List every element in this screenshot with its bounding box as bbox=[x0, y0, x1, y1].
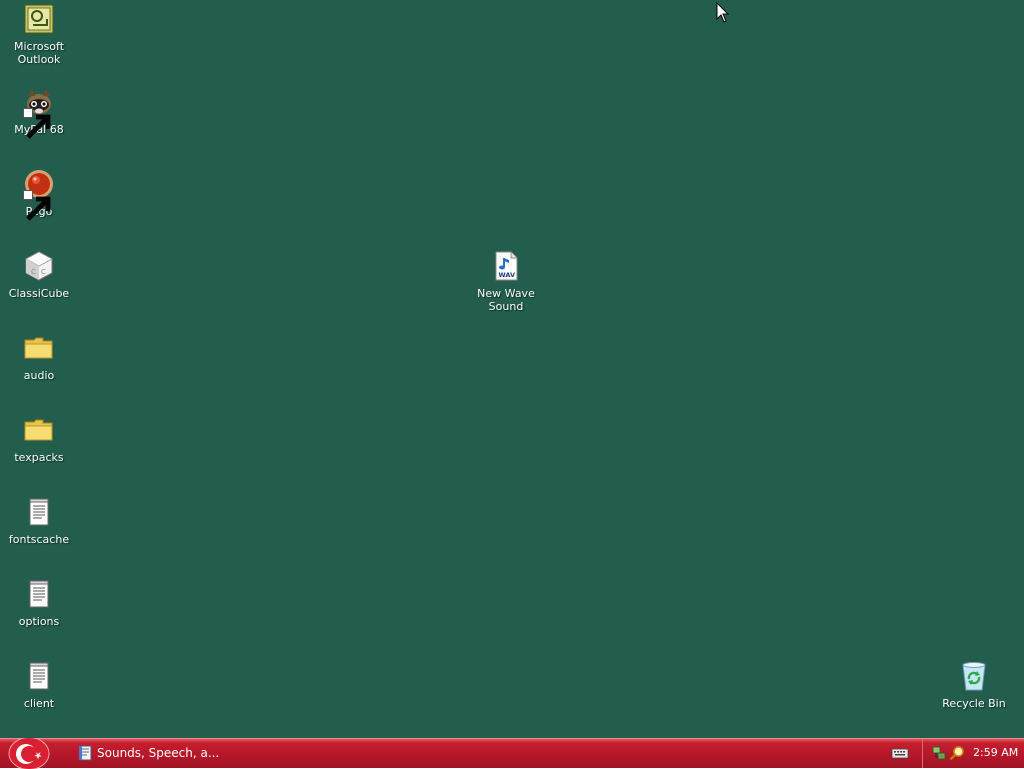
desktop-icon-label: fontscache bbox=[8, 533, 70, 546]
network-icon[interactable] bbox=[931, 745, 947, 761]
text-document-icon bbox=[23, 578, 55, 610]
pego-red-ball-icon bbox=[23, 168, 55, 221]
desktop-icon-pego[interactable]: Pego bbox=[1, 168, 77, 221]
taskbar: Sounds, Speech, a... 2:59 AM bbox=[0, 738, 1024, 769]
outlook-icon bbox=[23, 3, 55, 35]
control-panel-icon bbox=[78, 745, 94, 761]
shortcut-arrow-icon bbox=[23, 190, 51, 221]
classicube-cube-icon: C C bbox=[23, 250, 55, 282]
desktop-icon-label: options bbox=[18, 615, 60, 628]
taskbar-task-sounds-speech[interactable]: Sounds, Speech, a... bbox=[72, 741, 282, 765]
desktop-icon-label: New Wave Sound bbox=[477, 287, 535, 313]
desktop-icon-recycle-bin[interactable]: Recycle Bin bbox=[936, 660, 1012, 710]
desktop-icon-classicube[interactable]: C C ClassiCube bbox=[1, 250, 77, 300]
svg-text:WAV: WAV bbox=[499, 271, 516, 279]
desktop-icon-label: Microsoft Outlook bbox=[13, 40, 65, 66]
clock[interactable]: 2:59 AM bbox=[973, 746, 1018, 759]
desktop-icon-options[interactable]: options bbox=[1, 578, 77, 628]
start-crescent-star-icon bbox=[8, 738, 50, 769]
desktop-icon-microsoft-outlook[interactable]: Microsoft Outlook bbox=[1, 3, 77, 66]
text-document-icon bbox=[23, 660, 55, 692]
desktop-icon-label: Recycle Bin bbox=[942, 697, 1006, 710]
wav-file-icon: WAV bbox=[490, 250, 522, 282]
desktop-icon-fontscache[interactable]: fontscache bbox=[1, 496, 77, 546]
desktop-icon-label: client bbox=[23, 697, 55, 710]
desktop[interactable]: Microsoft Outlook MyPal 68 Pego C C Clas… bbox=[0, 0, 1024, 738]
mouse-cursor bbox=[716, 2, 730, 24]
desktop-icon-audio-folder[interactable]: audio bbox=[1, 332, 77, 382]
shortcut-arrow-icon bbox=[23, 108, 51, 139]
folder-icon bbox=[23, 332, 55, 364]
desktop-icon-new-wave-sound[interactable]: WAV New Wave Sound bbox=[468, 250, 544, 313]
folder-icon bbox=[23, 414, 55, 446]
desktop-icon-client[interactable]: client bbox=[1, 660, 77, 710]
mypal-raccoon-icon bbox=[23, 86, 55, 139]
system-tray: 2:59 AM bbox=[922, 739, 1024, 768]
search-icon[interactable] bbox=[949, 745, 965, 761]
recycle-bin-icon bbox=[958, 660, 990, 692]
desktop-icon-label: texpacks bbox=[14, 451, 64, 464]
desktop-icon-label: ClassiCube bbox=[8, 287, 70, 300]
text-document-icon bbox=[23, 496, 55, 528]
svg-text:C: C bbox=[31, 268, 36, 276]
keyboard-icon[interactable] bbox=[891, 746, 909, 760]
svg-text:C: C bbox=[41, 268, 46, 276]
taskbar-task-label: Sounds, Speech, a... bbox=[97, 746, 220, 760]
desktop-icon-texpacks-folder[interactable]: texpacks bbox=[1, 414, 77, 464]
desktop-icon-label: audio bbox=[23, 369, 55, 382]
desktop-icon-mypal-68[interactable]: MyPal 68 bbox=[1, 86, 77, 139]
start-button[interactable] bbox=[8, 738, 50, 769]
